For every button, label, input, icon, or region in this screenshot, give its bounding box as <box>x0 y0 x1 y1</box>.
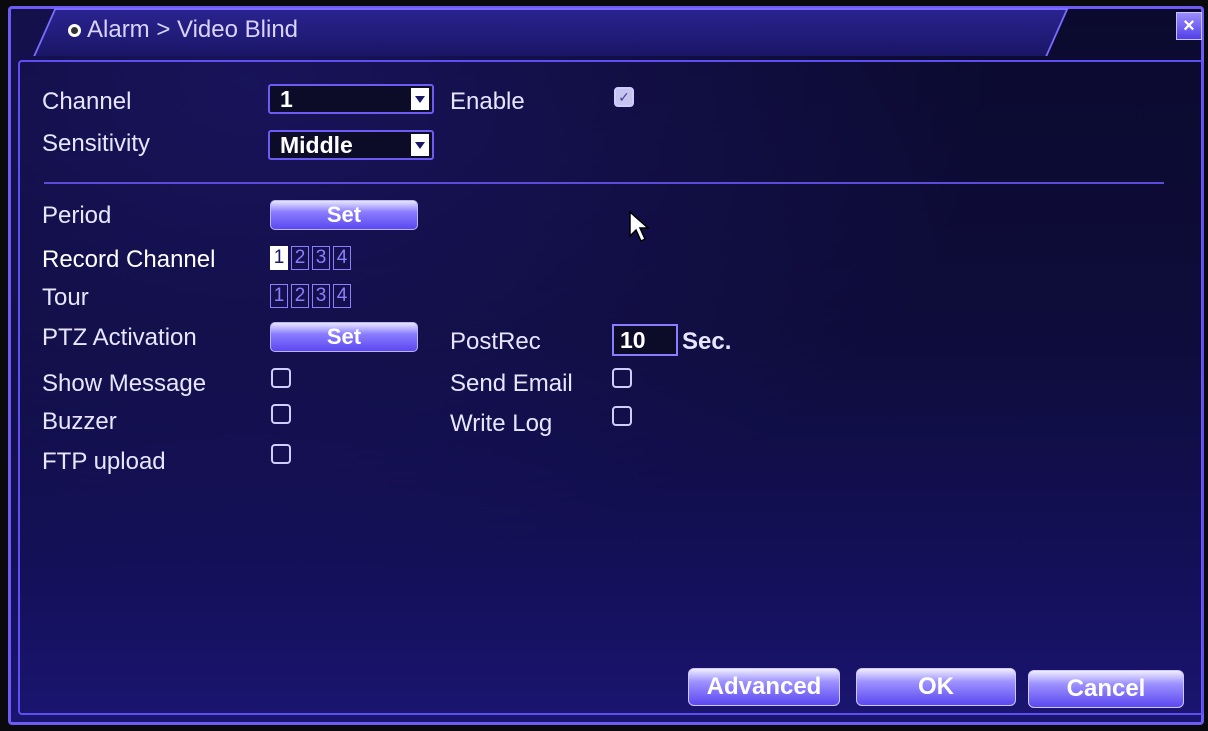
show-message-label: Show Message <box>42 370 207 397</box>
sensitivity-label: Sensitivity <box>42 130 151 157</box>
send-email-checkbox[interactable] <box>612 368 632 388</box>
chevron-down-icon <box>411 88 429 110</box>
period-label: Period <box>42 202 112 229</box>
ptz-activation-label: PTZ Activation <box>42 324 197 351</box>
sensitivity-select[interactable]: Middle <box>268 130 434 160</box>
ok-button[interactable]: OK <box>856 668 1016 706</box>
tour-group: 1 2 3 4 <box>270 284 351 308</box>
close-icon: × <box>1183 14 1195 37</box>
write-log-checkbox[interactable] <box>612 406 632 426</box>
tour-label: Tour <box>42 284 89 311</box>
postrec-unit: Sec. <box>682 328 732 355</box>
channel-value: 1 <box>280 85 293 112</box>
record-channel-label: Record Channel <box>42 246 216 273</box>
tour-channel-2[interactable]: 2 <box>291 284 309 308</box>
ftp-upload-checkbox[interactable] <box>271 444 291 464</box>
enable-label: Enable <box>450 88 525 115</box>
channel-select[interactable]: 1 <box>268 84 434 114</box>
channel-label: Channel <box>42 88 132 115</box>
mouse-cursor-icon <box>629 210 650 243</box>
ring-icon <box>68 23 81 37</box>
tour-channel-4[interactable]: 4 <box>333 284 351 308</box>
cancel-button[interactable]: Cancel <box>1028 670 1184 708</box>
window-title: Alarm > Video Blind <box>68 16 298 44</box>
write-log-label: Write Log <box>450 410 553 437</box>
close-button[interactable]: × <box>1176 12 1202 40</box>
tour-channel-3[interactable]: 3 <box>312 284 330 308</box>
record-channel-2[interactable]: 2 <box>291 246 309 270</box>
ftp-upload-label: FTP upload <box>42 448 166 475</box>
tour-channel-1[interactable]: 1 <box>270 284 288 308</box>
ptz-set-button[interactable]: Set <box>270 322 418 352</box>
record-channel-4[interactable]: 4 <box>333 246 351 270</box>
postrec-input[interactable]: 10 <box>612 324 678 356</box>
send-email-label: Send Email <box>450 370 573 397</box>
section-divider <box>44 182 1164 184</box>
record-channel-1[interactable]: 1 <box>270 246 288 270</box>
period-set-button[interactable]: Set <box>270 200 418 230</box>
postrec-label: PostRec <box>450 328 541 355</box>
window-title-text: Alarm > Video Blind <box>87 16 299 43</box>
show-message-checkbox[interactable] <box>271 368 291 388</box>
record-channel-3[interactable]: 3 <box>312 246 330 270</box>
sensitivity-value: Middle <box>280 131 353 158</box>
buzzer-checkbox[interactable] <box>271 404 291 424</box>
advanced-button[interactable]: Advanced <box>688 668 840 706</box>
record-channel-group: 1 2 3 4 <box>270 246 351 270</box>
buzzer-label: Buzzer <box>42 408 117 435</box>
enable-checkbox[interactable]: ✓ <box>614 87 634 107</box>
chevron-down-icon <box>411 134 429 156</box>
